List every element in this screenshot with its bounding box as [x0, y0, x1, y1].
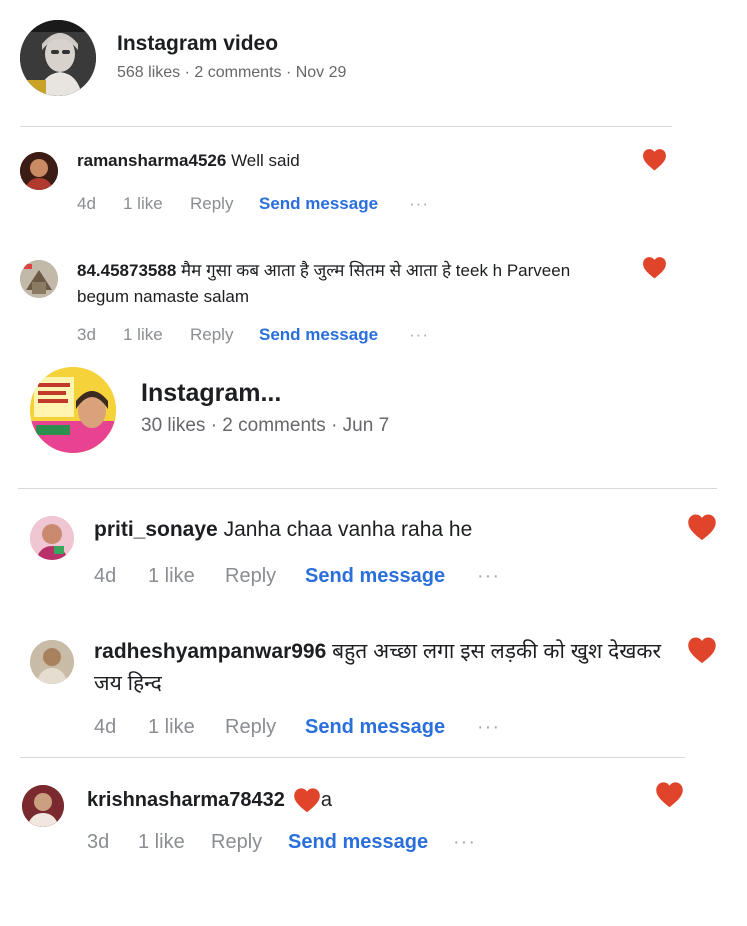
comment-text: a [320, 788, 333, 811]
divider [20, 757, 685, 758]
avatar[interactable] [20, 152, 58, 190]
avatar[interactable] [30, 516, 74, 560]
avatar[interactable] [30, 640, 74, 684]
like-count[interactable]: 1 like [148, 565, 225, 588]
reply-button[interactable]: Reply [225, 716, 305, 739]
more-options-icon[interactable]: ··· [453, 831, 476, 854]
reply-button[interactable]: Reply [190, 325, 259, 345]
heart-icon[interactable] [642, 148, 667, 171]
comment-time: 4d [94, 565, 117, 587]
comment-text: Well said [231, 151, 300, 170]
comment-time: 4d [77, 194, 96, 213]
post-title[interactable]: Instagram video [117, 32, 278, 56]
reply-button[interactable]: Reply [225, 565, 305, 588]
comment-actions: 4d 1 like Reply Send message ··· [94, 565, 500, 588]
comment-actions: 4d 1 like Reply Send message ··· [77, 194, 429, 214]
heart-icon[interactable] [687, 513, 717, 541]
comment-username[interactable]: priti_sonaye [94, 518, 218, 541]
more-options-icon[interactable]: ··· [477, 716, 500, 739]
comment-username[interactable]: ramansharma4526 [77, 151, 226, 170]
comment-username[interactable]: 84.45873588 [77, 261, 176, 280]
more-options-icon[interactable]: ··· [477, 565, 500, 588]
send-message-button[interactable]: Send message [305, 565, 477, 588]
post-meta: 30 likes · 2 comments · Jun 7 [141, 415, 390, 436]
comment-time: 3d [87, 831, 110, 853]
heart-icon[interactable] [655, 781, 684, 808]
like-count[interactable]: 1 like [123, 194, 190, 214]
like-count[interactable]: 1 like [123, 325, 190, 345]
more-options-icon[interactable]: ··· [409, 325, 429, 345]
send-message-button[interactable]: Send message [259, 194, 409, 214]
heart-icon[interactable] [642, 256, 667, 279]
like-count[interactable]: 1 like [138, 831, 211, 854]
divider [18, 488, 717, 489]
send-message-button[interactable]: Send message [305, 716, 477, 739]
reply-button[interactable]: Reply [190, 194, 259, 214]
comment-text: Janha chaa vanha raha he [223, 518, 473, 541]
post-thumbnail[interactable] [20, 20, 96, 96]
comment-time: 3d [77, 325, 96, 344]
send-message-button[interactable]: Send message [288, 831, 453, 854]
comment: priti_sonaye Janha chaa vanha raha he [94, 518, 472, 542]
heart-emoji-icon [293, 787, 321, 813]
avatar[interactable] [20, 260, 58, 298]
post-meta: 568 likes · 2 comments · Nov 29 [117, 64, 347, 81]
comment-username[interactable]: krishnasharma78432 [87, 789, 285, 812]
comment: radheshyampanwar996 बहुत अच्छा लगा इस लड… [94, 636, 684, 700]
comment-actions: 4d 1 like Reply Send message ··· [94, 716, 500, 739]
post-thumbnail[interactable] [30, 367, 116, 453]
comment-time: 4d [94, 716, 117, 738]
heart-icon[interactable] [687, 636, 717, 664]
comment: krishnasharma78432 a [87, 787, 332, 813]
reply-button[interactable]: Reply [211, 831, 288, 854]
post-title[interactable]: Instagram... [141, 379, 281, 408]
more-options-icon[interactable]: ··· [409, 194, 429, 214]
comment-username[interactable]: radheshyampanwar996 [94, 640, 326, 663]
like-count[interactable]: 1 like [148, 716, 225, 739]
comment: 84.45873588 मैम गुसा कब आता है जुल्म सित… [77, 258, 622, 310]
comment: ramansharma4526 Well said [77, 151, 300, 171]
send-message-button[interactable]: Send message [259, 325, 409, 345]
comment-actions: 3d 1 like Reply Send message ··· [87, 831, 476, 854]
divider [20, 126, 672, 127]
comment-actions: 3d 1 like Reply Send message ··· [77, 325, 429, 345]
avatar[interactable] [22, 785, 64, 827]
